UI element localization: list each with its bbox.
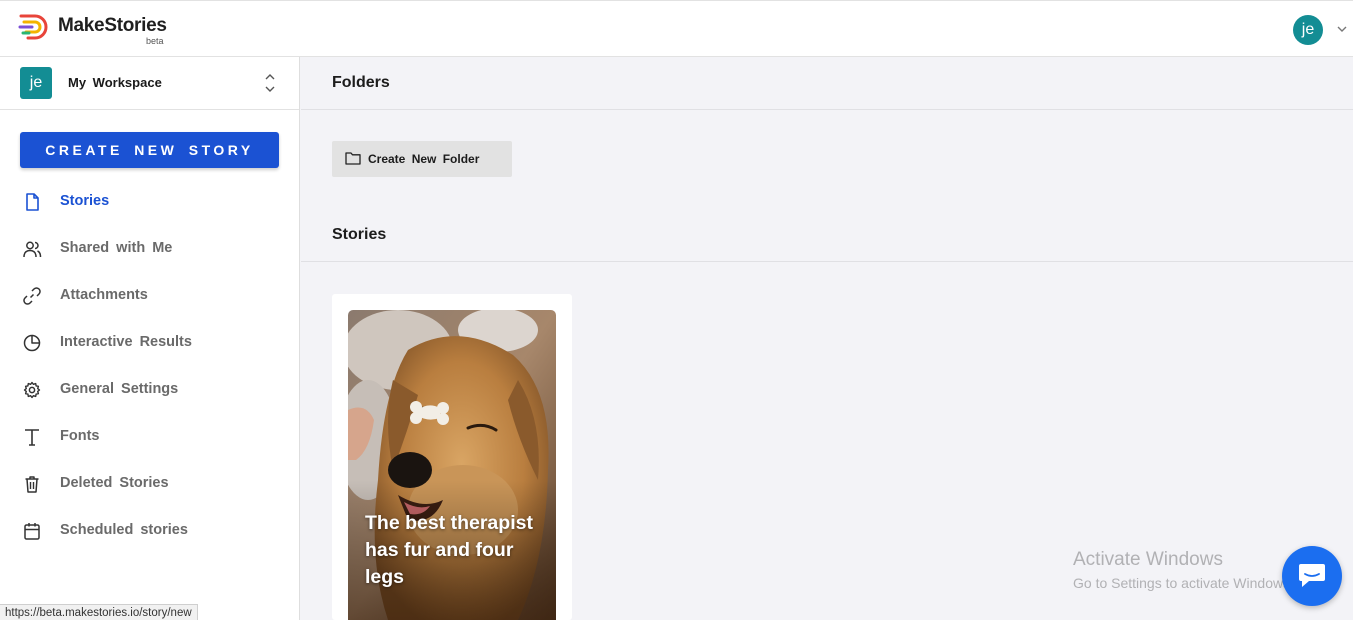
story-card[interactable]: The best therapist has fur and four legs [332,294,572,620]
sidebar-item-label: Scheduled stories [60,522,188,538]
top-header: MakeStories beta je [0,0,1353,57]
chevron-up-down-icon[interactable] [262,71,278,95]
calendar-icon [24,523,40,540]
sidebar-item-label: Stories [60,193,110,209]
sidebar-item-label: Attachments [60,287,148,303]
folders-title: Folders [332,74,390,91]
link-icon [23,287,41,305]
story-caption: The best therapist has fur and four legs [365,512,533,588]
chevron-down-icon[interactable] [1336,23,1348,35]
workspace-name: My Workspace [68,75,162,90]
trash-icon [25,476,39,493]
sidebar: je My Workspace CREATE NEW STORY Stories… [0,57,300,620]
story-thumbnail[interactable]: The best therapist has fur and four legs [348,310,556,620]
sidebar-item-shared-with-me[interactable]: Shared with Me [0,231,299,267]
type-icon [25,429,39,446]
sidebar-item-attachments[interactable]: Attachments [0,278,299,314]
users-icon [23,241,42,258]
workspace-switcher[interactable]: je My Workspace [0,57,299,110]
create-new-folder-label: Create New Folder [368,152,480,166]
stories-header: Stories [301,209,1353,262]
sidebar-item-label: Shared with Me [60,240,173,256]
sidebar-item-interactive-results[interactable]: Interactive Results [0,325,299,361]
chat-bubble-icon [1299,564,1325,587]
folders-header: Folders [301,57,1353,110]
user-avatar[interactable]: je [1293,15,1323,45]
activate-windows-subtitle: Go to Settings to activate Windows. [1073,575,1294,591]
sidebar-item-label: Deleted Stories [60,475,169,491]
file-icon [26,193,39,211]
status-bar-url: https://beta.makestories.io/story/new [0,604,198,620]
stories-title: Stories [332,226,387,243]
activate-windows-title: Activate Windows [1073,549,1223,570]
workspace-avatar: je [20,67,52,99]
sidebar-item-general-settings[interactable]: General Settings [0,372,299,408]
makestories-logo[interactable]: MakeStories beta [18,10,178,46]
brand-tag: beta [146,36,164,46]
sidebar-item-label: Interactive Results [60,334,192,350]
chat-widget-button[interactable] [1282,546,1342,606]
sidebar-item-scheduled-stories[interactable]: Scheduled stories [0,513,299,549]
create-new-folder-button[interactable]: Create New Folder [332,141,512,177]
sidebar-item-label: General Settings [60,381,179,397]
folder-icon [345,152,361,165]
sidebar-item-stories[interactable]: Stories [0,184,299,220]
create-new-story-button[interactable]: CREATE NEW STORY [20,132,279,168]
brand-name: MakeStories [58,15,167,36]
sidebar-item-label: Fonts [60,428,100,444]
gear-icon [23,381,41,399]
pie-chart-icon [23,334,41,352]
logo-mark-icon [18,14,48,40]
sidebar-item-fonts[interactable]: Fonts [0,419,299,455]
sidebar-item-deleted-stories[interactable]: Deleted Stories [0,466,299,502]
